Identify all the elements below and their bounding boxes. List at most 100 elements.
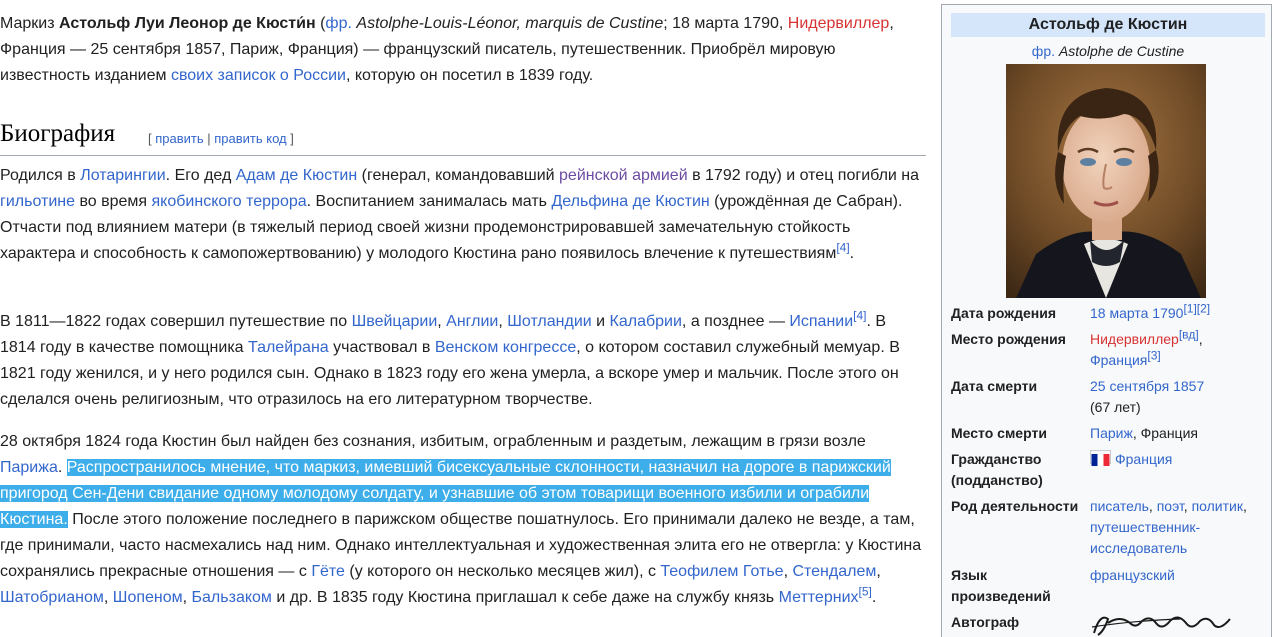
guillotine-link[interactable]: гильотине [0, 193, 75, 210]
adam-de-custine-link[interactable]: Адам де Кюстин [236, 167, 357, 184]
text: , которую он посетил в 1839 году. [345, 67, 594, 84]
russia-notes-link[interactable]: своих записок о России [171, 67, 346, 84]
citizenship-label: Гражданство (подданство) [951, 451, 1043, 488]
text: , [876, 563, 881, 580]
france-link[interactable]: Франция [1115, 451, 1172, 467]
chopin-link[interactable]: Шопеном [113, 589, 183, 606]
intro-paragraph: Маркиз Астольф Луи Леонор де Кюсти́н (фр… [0, 11, 926, 89]
text: . Его дед [165, 167, 236, 184]
jacobin-terror-link[interactable]: якобинского террора [152, 193, 307, 210]
spain-link[interactable]: Испании [789, 313, 853, 330]
paris-link[interactable]: Париж [1090, 425, 1133, 441]
edit-source-link[interactable]: править код [214, 131, 286, 146]
text: и [591, 313, 610, 330]
age-at-death: (67 лет) [1090, 399, 1141, 415]
text: , [1242, 498, 1247, 514]
poet-link[interactable]: поэт [1157, 498, 1184, 514]
text: . Воспитанием занималась мать [306, 193, 552, 210]
death-place-value: Париж, Франция [1090, 423, 1268, 444]
birth-place-value: Нидервиллер[вд], Франция[3] [1090, 327, 1268, 371]
infobox: Астольф де Кюстин фр. Astolphe de Custin… [941, 4, 1272, 637]
text: , а позднее — [681, 313, 790, 330]
switzerland-link[interactable]: Швейцарии [352, 313, 438, 330]
french-language-link[interactable]: фр. [1032, 43, 1055, 59]
text: , [1183, 498, 1192, 514]
death-date-label: Дата смерти [951, 378, 1038, 394]
french-language-link[interactable]: французский [1090, 567, 1175, 583]
biography-paragraph-1: Родился в Лотарингии. Его дед Адам де Кю… [0, 163, 926, 267]
reference-link[interactable]: [5] [859, 585, 872, 599]
french-name: Astolphe de Custine [1055, 43, 1185, 59]
goethe-link[interactable]: Гёте [311, 563, 345, 580]
text: Маркиз [0, 15, 60, 32]
biography-paragraph-2: В 1811—1822 годах совершил путешествие п… [0, 309, 926, 413]
birth-date-value: 18 марта 1790[1][2] [1090, 301, 1268, 324]
reference-link[interactable]: [1][2] [1183, 301, 1210, 315]
stendhal-link[interactable]: Стендалем [792, 563, 876, 580]
text: ( [315, 15, 326, 32]
section-edit-links: [ править | править код ] [148, 131, 294, 146]
chateaubriand-link[interactable]: Шатобрианом [0, 589, 104, 606]
text: Родился в [0, 167, 81, 184]
birth-date-link[interactable]: 18 марта 1790 [1090, 305, 1183, 321]
occupation-value: писатель, поэт, политик, путешественник-… [1090, 496, 1268, 559]
death-date-value: 25 сентября 1857 (67 лет) [1090, 376, 1268, 418]
niderviller-link[interactable]: Нидервиллер [1090, 331, 1179, 347]
text: , [1198, 331, 1203, 347]
reference-link[interactable]: [3] [1147, 348, 1160, 362]
section-heading-biography: Биография [ править | править код ] [0, 118, 926, 156]
language-label: Язык произведений [951, 567, 1051, 604]
france-flag-icon [1090, 450, 1111, 466]
lorraine-link[interactable]: Лотарингии [80, 167, 165, 184]
text: , [498, 313, 508, 330]
text: , [437, 313, 447, 330]
text: В 1811—1822 годах совершил путешествие п… [0, 313, 352, 330]
text: , [103, 589, 113, 606]
bracket: ] [286, 131, 294, 146]
gautier-link[interactable]: Теофилем Готье [660, 563, 783, 580]
reference-link[interactable]: [4] [853, 309, 866, 323]
vienna-congress-link[interactable]: Венском конгрессе [435, 339, 576, 356]
england-link[interactable]: Англии [446, 313, 498, 330]
birth-date-label: Дата рождения [951, 305, 1057, 321]
explorer-link[interactable]: путешественник-исследователь [1090, 519, 1200, 556]
autograph-label: Автограф [951, 614, 1020, 630]
infobox-title: Астольф де Кюстин [951, 13, 1265, 37]
balzac-link[interactable]: Бальзаком [192, 589, 272, 606]
occupation-label: Род деятельности [951, 498, 1079, 514]
text: 28 октября 1824 года Кюстин был найден б… [0, 433, 866, 450]
french-language-link[interactable]: фр. [325, 15, 352, 32]
death-date-link[interactable]: 25 сентября 1857 [1090, 378, 1204, 394]
death-place-label: Место смерти [951, 425, 1047, 441]
portrait-image[interactable] [1006, 64, 1206, 298]
writer-link[interactable]: писатель [1090, 498, 1149, 514]
france-link[interactable]: Франция [1090, 352, 1147, 368]
subject-name: Астольф Луи Леонор де Кюсти́н [59, 15, 316, 32]
text: , Франция [1132, 425, 1198, 441]
rhine-army-link[interactable]: рейнской армией [559, 167, 688, 184]
reference-link[interactable]: [4] [836, 241, 849, 255]
niderviller-link[interactable]: Нидервиллер [788, 15, 890, 32]
autograph-image[interactable] [1090, 609, 1240, 637]
text: , [1148, 498, 1157, 514]
language-value: французский [1090, 565, 1268, 586]
citizenship-value: Франция [1090, 449, 1268, 470]
metternich-link[interactable]: Меттерних [779, 589, 859, 606]
french-name: Astolphe-Louis-Léonor, marquis de Custin… [356, 15, 664, 32]
separator: | [203, 131, 215, 146]
calabria-link[interactable]: Калабрии [610, 313, 682, 330]
text: во время [75, 193, 152, 210]
text: (у которого он несколько месяцев жил), с [344, 563, 661, 580]
infobox-subtitle: фр. Astolphe de Custine [951, 41, 1265, 61]
paris-link[interactable]: Парижа [0, 459, 58, 476]
politician-link[interactable]: политик [1192, 498, 1243, 514]
talleyrand-link[interactable]: Талейрана [248, 339, 329, 356]
biography-paragraph-3: 28 октября 1824 года Кюстин был найден б… [0, 429, 926, 611]
edit-link[interactable]: править [155, 131, 203, 146]
wikidata-link[interactable]: [вд] [1179, 327, 1199, 341]
section-title: Биография [0, 120, 116, 147]
text: . [57, 459, 67, 476]
scotland-link[interactable]: Шотландии [507, 313, 591, 330]
text: , [182, 589, 192, 606]
delphine-de-custine-link[interactable]: Дельфина де Кюстин [551, 193, 709, 210]
